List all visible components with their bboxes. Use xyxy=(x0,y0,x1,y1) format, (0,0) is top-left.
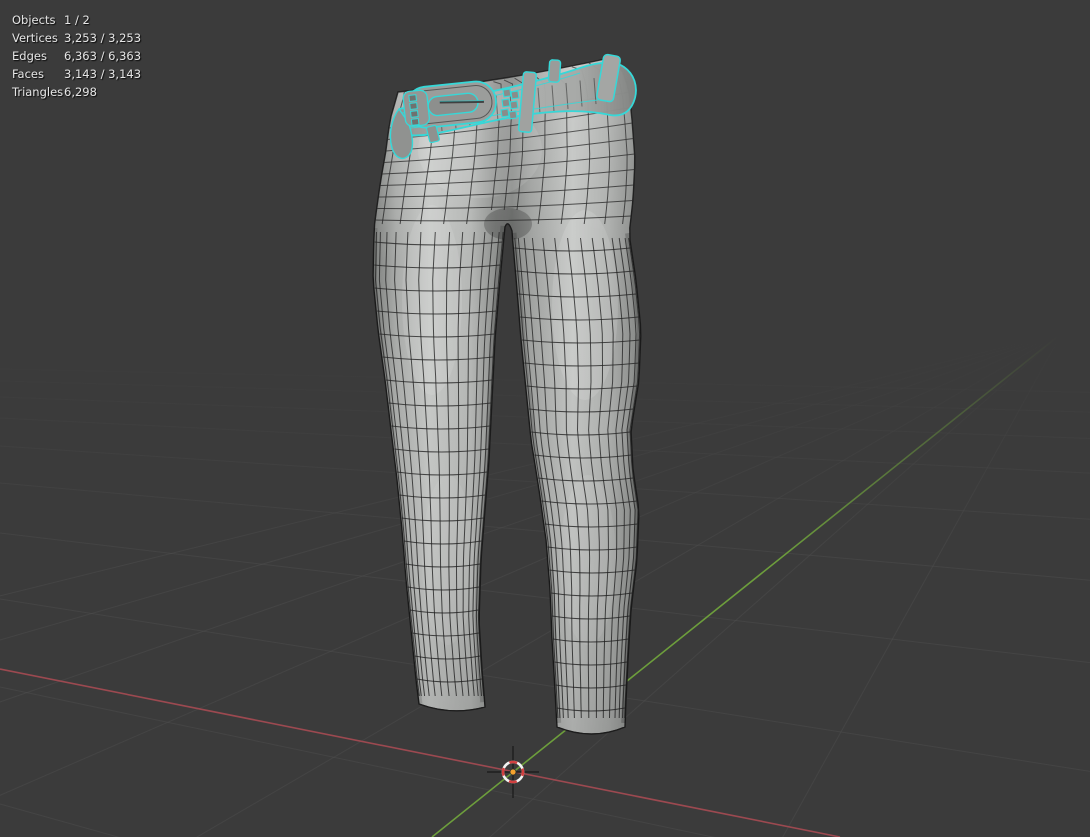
3d-cursor xyxy=(487,746,539,798)
stats-row-faces: Faces 3,143 / 3,143 xyxy=(12,65,141,83)
stats-value: 3,143 / 3,143 xyxy=(64,67,142,81)
stats-label: Faces xyxy=(12,67,44,81)
stats-row-edges: Edges 6,363 / 6,363 xyxy=(12,47,141,65)
stats-row-objects: Objects 1 / 2 xyxy=(12,11,141,29)
stats-row-triangles: Triangles6,298 xyxy=(12,83,141,101)
stats-value: 1 / 2 xyxy=(64,13,90,27)
stats-overlay: Objects 1 / 2 Vertices 3,253 / 3,253 Edges… xyxy=(12,11,141,101)
viewport-canvas xyxy=(0,53,1090,837)
stats-label: Vertices xyxy=(12,31,58,45)
stats-label: Edges xyxy=(12,49,47,63)
3d-viewport[interactable]: Objects 1 / 2 Vertices 3,253 / 3,253 Edges… xyxy=(0,0,1090,837)
stats-label: Objects xyxy=(12,13,56,27)
stats-value: 3,253 / 3,253 xyxy=(64,31,142,45)
stats-value: 6,363 / 6,363 xyxy=(64,49,142,63)
stats-value: 6,298 xyxy=(64,85,97,99)
stats-label: Triangles xyxy=(12,85,64,99)
stats-row-vertices: Vertices 3,253 / 3,253 xyxy=(12,29,141,47)
